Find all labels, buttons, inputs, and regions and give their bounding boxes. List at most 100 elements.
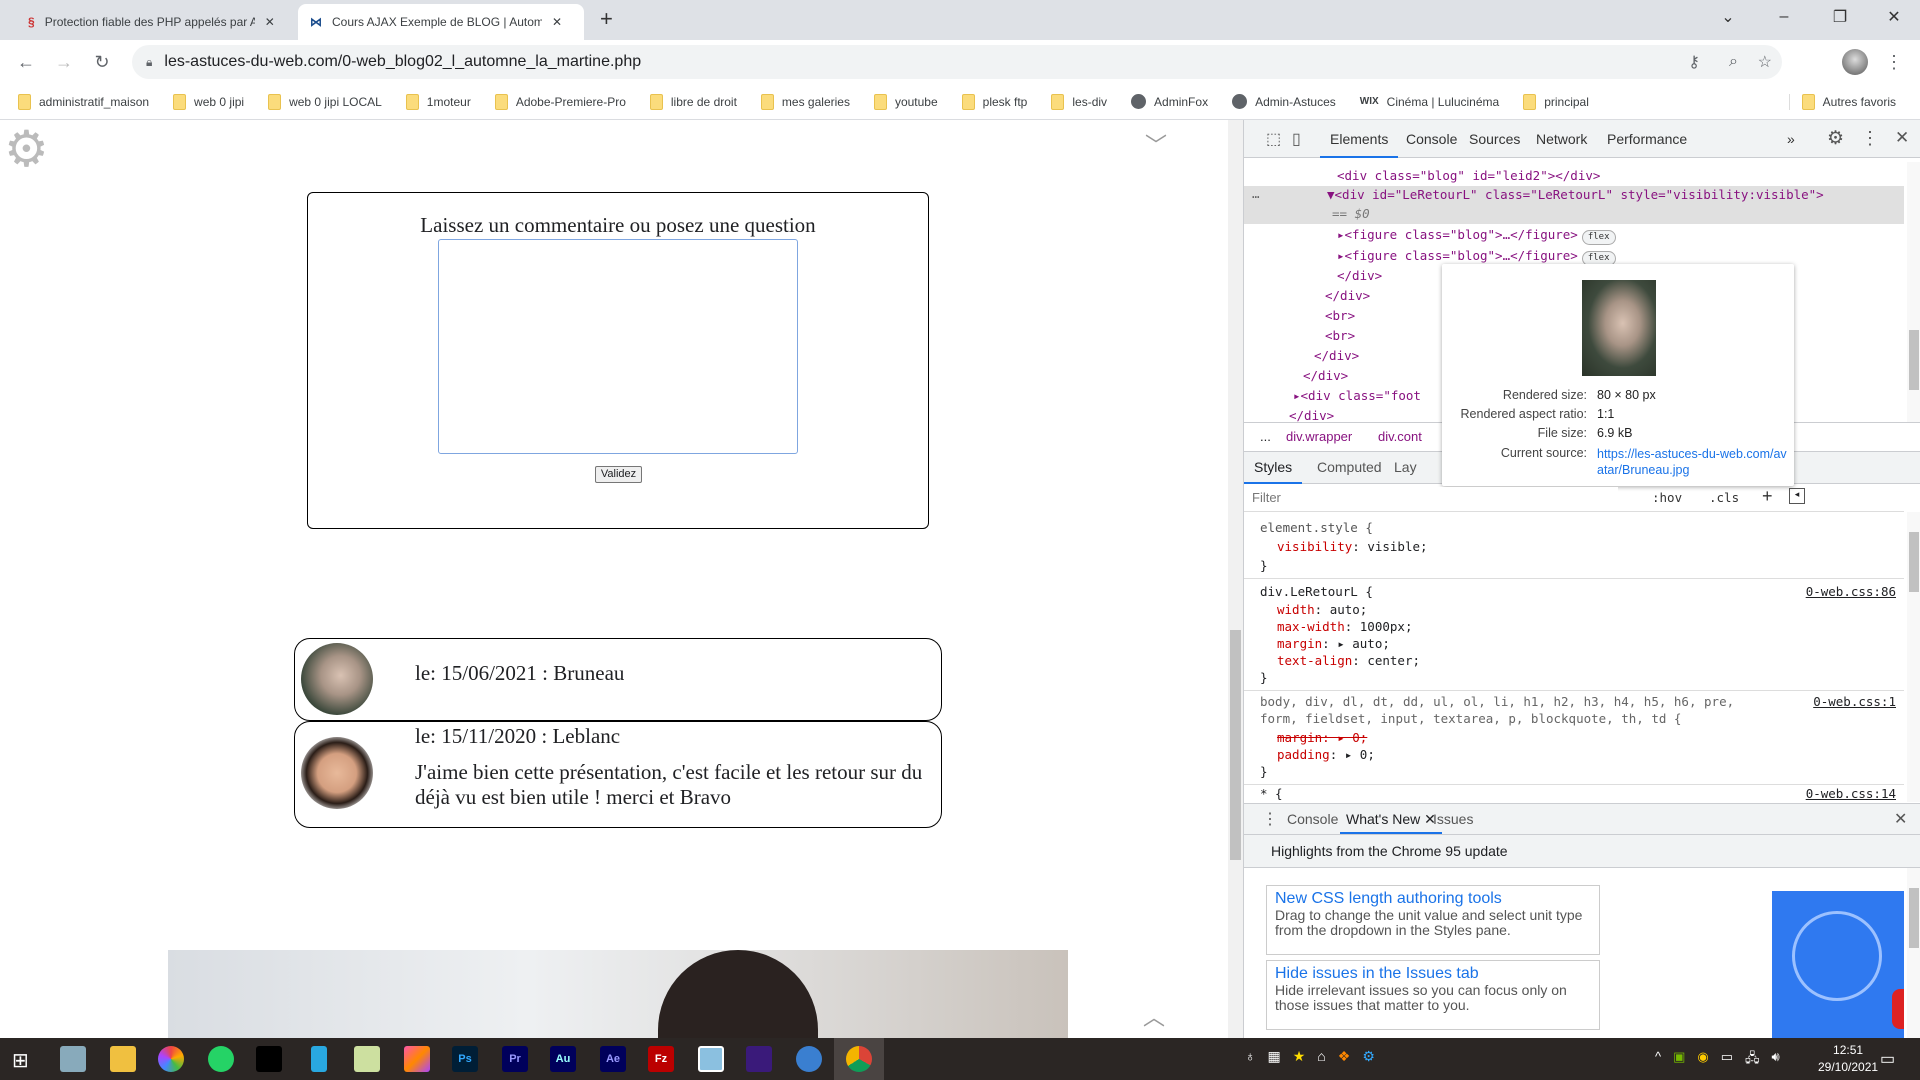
drawer-tab-whats-new[interactable]: What's New ✕: [1340, 804, 1442, 834]
ellipsis-icon[interactable]: …: [1252, 184, 1260, 204]
calculator-icon[interactable]: ▦: [1268, 1048, 1281, 1065]
chrome-taskbar-button[interactable]: [834, 1038, 884, 1080]
bookmark[interactable]: 1moteur: [405, 93, 471, 110]
whatsapp-icon[interactable]: [208, 1046, 234, 1072]
rule-source-link[interactable]: 0-web.css:86: [1806, 582, 1896, 602]
bookmark[interactable]: administratif_maison: [18, 93, 149, 110]
dom-node[interactable]: <br>: [1325, 326, 1355, 346]
thunderbird-icon[interactable]: [796, 1046, 822, 1072]
notepad-icon[interactable]: [354, 1046, 380, 1072]
scrollbar-thumb[interactable]: [1909, 888, 1919, 948]
more-tabs-icon[interactable]: »: [1787, 120, 1795, 158]
new-rule-icon[interactable]: +: [1762, 486, 1773, 507]
webcam-icon[interactable]: ⌂: [1317, 1048, 1325, 1065]
tab-search-icon[interactable]: ⌄: [1700, 0, 1756, 34]
drawer-tab-issues[interactable]: Issues: [1433, 811, 1473, 827]
zoom-icon[interactable]: ⌕: [1729, 53, 1738, 71]
close-tab-icon[interactable]: ✕: [265, 15, 275, 29]
settings-icon[interactable]: ⚙: [1362, 1048, 1375, 1065]
other-bookmarks[interactable]: Autres favoris: [1788, 93, 1896, 110]
card-title[interactable]: New CSS length authoring tools: [1275, 890, 1591, 908]
tab-styles[interactable]: Styles: [1244, 452, 1303, 484]
msn-icon[interactable]: ❖: [1338, 1048, 1351, 1065]
css-declaration[interactable]: visibility: visible;: [1277, 537, 1428, 557]
files-icon[interactable]: [60, 1046, 86, 1072]
tab-network[interactable]: Network: [1526, 120, 1597, 158]
rule-source-link[interactable]: 0-web.css:14: [1806, 784, 1896, 802]
submit-button[interactable]: Validez: [595, 466, 642, 483]
rule-source-link[interactable]: 0-web.css:1: [1813, 692, 1896, 712]
bookmark-star-icon[interactable]: ☆: [1758, 52, 1772, 72]
bookmark[interactable]: libre de droit: [649, 93, 737, 110]
drawer-tab-console[interactable]: Console: [1287, 811, 1338, 827]
bookmark[interactable]: WIX Cinéma | Lulucinéma: [1360, 95, 1499, 109]
css-declaration[interactable]: text-align: center;: [1277, 651, 1420, 671]
profile-avatar[interactable]: [1842, 49, 1868, 75]
bookmark[interactable]: plesk ftp: [961, 93, 1027, 110]
flex-badge[interactable]: flex: [1581, 230, 1616, 245]
windows-start-icon[interactable]: ⊞: [12, 1048, 29, 1073]
breadcrumb-ellipsis[interactable]: ...: [1260, 423, 1271, 451]
norton-icon[interactable]: ◉: [1697, 1049, 1708, 1071]
clock[interactable]: 12:51 29/10/2021: [1818, 1042, 1878, 1076]
forward-icon[interactable]: →: [50, 48, 78, 76]
scrollbar-thumb[interactable]: [1909, 532, 1919, 592]
breadcrumb-item[interactable]: div.cont: [1378, 423, 1422, 451]
dom-scrollbar[interactable]: [1907, 162, 1920, 422]
phone-icon[interactable]: [311, 1046, 327, 1072]
dom-node[interactable]: </div>: [1337, 266, 1382, 286]
creative-cloud-icon[interactable]: [404, 1046, 430, 1072]
bookmark[interactable]: youtube: [873, 93, 938, 110]
tab-computed[interactable]: Computed: [1311, 452, 1388, 482]
css-declaration[interactable]: padding: ▸ 0;: [1277, 745, 1375, 765]
after-effects-icon[interactable]: Ae: [600, 1046, 626, 1072]
settings-gear-icon[interactable]: ⚙: [1827, 127, 1844, 150]
dom-node[interactable]: <div class="blog" id="leid2"></div>: [1337, 166, 1600, 186]
device-toolbar-icon[interactable]: ▯: [1292, 129, 1301, 149]
tab-elements[interactable]: Elements: [1320, 120, 1399, 158]
scrollbar-thumb[interactable]: [1230, 630, 1241, 860]
close-window-button[interactable]: ✕: [1866, 0, 1920, 34]
bookmark[interactable]: AdminFox: [1131, 94, 1208, 109]
styles-scrollbar[interactable]: [1907, 512, 1920, 802]
nvidia-icon[interactable]: ▣: [1673, 1049, 1685, 1071]
dom-node[interactable]: </div>: [1314, 346, 1359, 366]
tab-layout[interactable]: Lay: [1394, 452, 1417, 482]
network-icon[interactable]: 🖧︎: [1745, 1049, 1760, 1071]
dom-node[interactable]: ▸<figure class="blog">…</figure> flex: [1337, 246, 1616, 266]
drawer-menu-icon[interactable]: ⋮: [1262, 809, 1278, 829]
scrollbar-thumb[interactable]: [1909, 330, 1919, 390]
dom-node[interactable]: <br>: [1325, 306, 1355, 326]
file-explorer-icon[interactable]: [110, 1046, 136, 1072]
whats-new-card[interactable]: Hide issues in the Issues tab Hide irrel…: [1266, 960, 1600, 1030]
terminal-icon[interactable]: [256, 1046, 282, 1072]
cls-button[interactable]: .cls: [1709, 490, 1739, 505]
tab-sources[interactable]: Sources: [1459, 120, 1530, 158]
filezilla-icon[interactable]: Fz: [648, 1046, 674, 1072]
bookmark[interactable]: web 0 jipi: [173, 93, 244, 110]
browser-tab-active[interactable]: ⋈ Cours AJAX Exemple de BLOG | Automn ✕: [298, 4, 584, 40]
star-icon[interactable]: ★: [1293, 1048, 1306, 1065]
restore-button[interactable]: ❐: [1812, 0, 1868, 34]
bookmark[interactable]: web 0 jipi LOCAL: [268, 93, 382, 110]
dom-node-selected[interactable]: ▼<div id="LeRetourL" class="LeRetourL" s…: [1327, 185, 1824, 205]
address-bar[interactable]: 🔒︎ les-astuces-du-web.com/0-web_blog02_l…: [132, 45, 1782, 79]
inspect-element-icon[interactable]: ⬚: [1266, 129, 1281, 149]
dom-node[interactable]: </div>: [1325, 286, 1370, 306]
video-editor-icon[interactable]: [746, 1046, 772, 1072]
bookmark[interactable]: Admin-Astuces: [1232, 94, 1336, 109]
show-hidden-icons[interactable]: ^: [1655, 1049, 1661, 1071]
hov-button[interactable]: :hov: [1652, 490, 1682, 505]
bookmark[interactable]: Adobe-Premiere-Pro: [494, 93, 626, 110]
password-key-icon[interactable]: ⚷: [1688, 52, 1700, 72]
kebab-menu-icon[interactable]: ⋮: [1861, 128, 1879, 149]
globe-pin-icon[interactable]: ♁: [1245, 1048, 1256, 1065]
source-link[interactable]: https://les-astuces-du-web.com/avatar/Br…: [1597, 446, 1787, 478]
close-tab-icon[interactable]: ✕: [552, 15, 562, 29]
card-title[interactable]: Hide issues in the Issues tab: [1275, 965, 1591, 983]
dom-node[interactable]: </div>: [1303, 366, 1348, 386]
menu-kebab-icon[interactable]: ⋮: [1880, 48, 1908, 76]
bookmark[interactable]: les-div: [1051, 93, 1107, 110]
meet-now-icon[interactable]: ▭: [1721, 1049, 1733, 1071]
gear-icon[interactable]: ⚙: [4, 124, 49, 174]
